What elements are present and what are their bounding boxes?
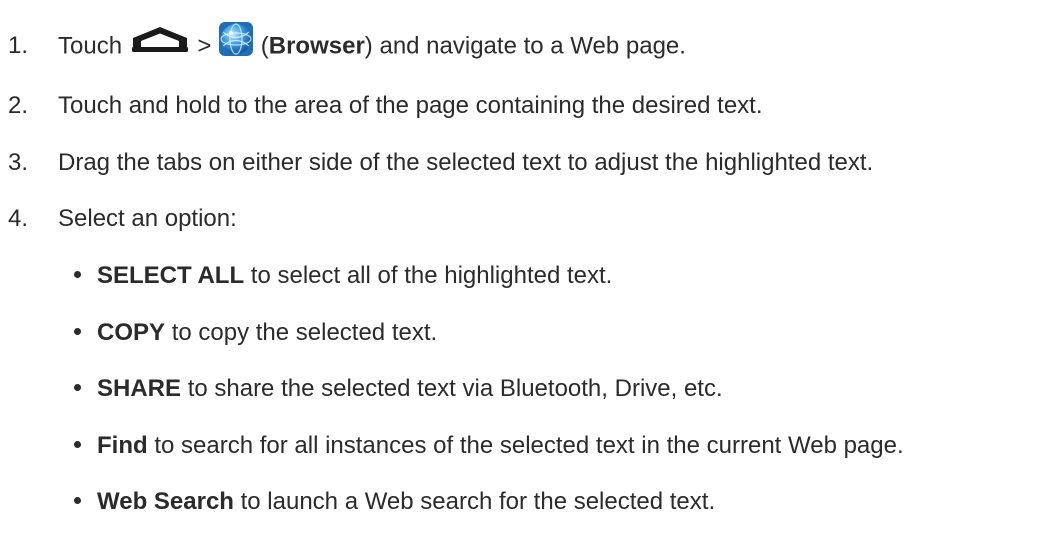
bullet-icon <box>74 271 81 279</box>
bullet-icon <box>74 328 81 336</box>
browser-globe-icon <box>218 21 254 67</box>
bullet-icon <box>74 384 81 392</box>
bullet-icon <box>74 441 81 449</box>
step-text: ( <box>260 32 269 60</box>
step-number: 3. <box>8 149 29 176</box>
option-copy: COPY to copy the selected text. <box>74 316 437 350</box>
step-text: ) <box>364 32 373 60</box>
step-text: Touch and hold to the area of the page c… <box>58 92 763 119</box>
step-text: Touch <box>58 32 123 60</box>
option-select-all: SELECT ALL to select all of the highligh… <box>74 259 612 293</box>
option-share: SHARE to share the selected text via Blu… <box>74 372 723 406</box>
browser-label: Browser <box>268 32 365 60</box>
option-text: to search for all instances of the selec… <box>154 432 904 459</box>
step-text: Drag the tabs on either side of the sele… <box>58 149 874 176</box>
step-text: and navigate to a Web page. <box>379 32 686 60</box>
option-name: COPY <box>97 319 166 346</box>
step-3: 3. Drag the tabs on either side of the se… <box>8 146 873 180</box>
option-text: to share the selected text via Bluetooth… <box>187 375 723 402</box>
option-name: Find <box>97 432 148 459</box>
step-text: Select an option: <box>58 205 237 232</box>
option-text: to select all of the highlighted text. <box>250 262 613 289</box>
option-find: Find to search for all instances of the … <box>74 429 904 463</box>
instruction-document: 1. Touch > (Browser) and navigate to a W… <box>0 0 1043 534</box>
step-number: 4. <box>8 205 29 232</box>
home-icon <box>129 24 191 64</box>
step-text: > <box>197 32 212 60</box>
option-name: Web Search <box>97 488 234 515</box>
step-1: 1. Touch > (Browser) and navigate to a W… <box>8 22 686 60</box>
step-4: 4. Select an option: <box>8 202 237 236</box>
option-text: to launch a Web search for the selected … <box>240 488 716 515</box>
option-name: SELECT ALL <box>97 262 245 289</box>
step-number: 1. <box>8 32 29 60</box>
option-web-search: Web Search to launch a Web search for th… <box>74 485 715 519</box>
option-name: SHARE <box>97 375 182 402</box>
step-number: 2. <box>8 92 29 119</box>
option-text: to copy the selected text. <box>171 319 438 346</box>
bullet-icon <box>74 497 81 505</box>
step-2: 2. Touch and hold to the area of the page… <box>8 89 763 123</box>
